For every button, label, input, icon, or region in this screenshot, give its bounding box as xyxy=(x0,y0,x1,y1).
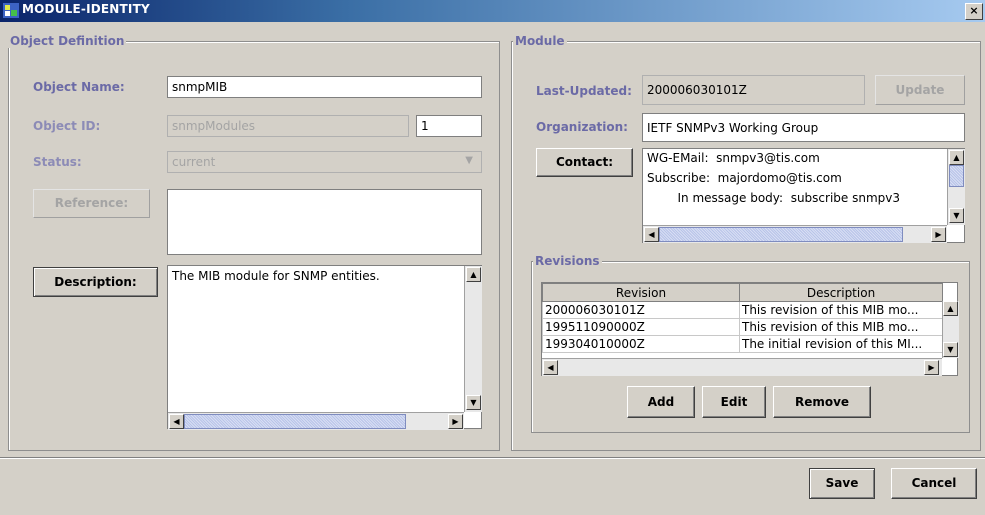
close-icon[interactable]: × xyxy=(965,3,983,20)
last-updated-label: Last-Updated: xyxy=(536,84,632,98)
status-value: current xyxy=(172,155,216,169)
object-id-field[interactable]: snmpModules xyxy=(167,115,409,137)
revisions-header-row: Revision Description xyxy=(542,283,943,302)
revision-cell[interactable]: 200006030101Z xyxy=(542,301,740,319)
description-cell[interactable]: The initial revision of this MI... xyxy=(739,335,943,353)
status-select[interactable]: current ▼ xyxy=(167,151,482,173)
scroll-up-icon[interactable]: ▲ xyxy=(466,267,481,282)
scroll-right-icon[interactable]: ▶ xyxy=(931,227,946,242)
revisions-hscrollbar[interactable]: ◀ ▶ xyxy=(542,358,942,376)
organization-field[interactable]: IETF SNMPv3 Working Group xyxy=(642,113,965,142)
description-text: The MIB module for SNMP entities. xyxy=(172,269,380,283)
scroll-up-icon[interactable]: ▲ xyxy=(943,301,958,316)
contact-line: WG-EMail: snmpv3@tis.com xyxy=(647,151,820,165)
object-id-number-field[interactable]: 1 xyxy=(416,115,482,137)
revision-cell[interactable]: 199304010000Z xyxy=(542,335,740,353)
scroll-down-icon[interactable]: ▼ xyxy=(943,342,958,357)
edit-revision-button[interactable]: Edit xyxy=(702,386,766,418)
table-row[interactable]: 199304010000Z The initial revision of th… xyxy=(542,335,943,353)
description-cell[interactable]: This revision of this MIB mo... xyxy=(739,318,943,336)
object-id-label: Object ID: xyxy=(33,119,101,133)
add-revision-button[interactable]: Add xyxy=(627,386,695,418)
contact-text: WG-EMail: snmpv3@tis.com Subscribe: majo… xyxy=(647,151,943,226)
scroll-right-icon[interactable]: ▶ xyxy=(448,414,463,429)
scroll-up-icon[interactable]: ▲ xyxy=(949,150,964,165)
contact-line: Subscribe: majordomo@tis.com xyxy=(647,171,842,185)
save-button[interactable]: Save xyxy=(809,468,875,499)
description-vscrollbar[interactable]: ▲ ▼ xyxy=(464,266,482,412)
reference-textarea[interactable] xyxy=(167,189,482,255)
title-bar[interactable]: MODULE-IDENTITY × xyxy=(0,0,985,22)
contact-hscroll-thumb[interactable] xyxy=(659,227,903,242)
scroll-left-icon[interactable]: ◀ xyxy=(543,360,558,375)
scroll-left-icon[interactable]: ◀ xyxy=(644,227,659,242)
revision-cell[interactable]: 199511090000Z xyxy=(542,318,740,336)
contact-vscrollbar[interactable]: ▲ ▼ xyxy=(947,149,965,225)
contact-button[interactable]: Contact: xyxy=(536,148,633,177)
column-header-revision[interactable]: Revision xyxy=(542,283,740,302)
chevron-down-icon: ▼ xyxy=(465,155,473,166)
description-hscrollbar[interactable]: ◀ ▶ xyxy=(168,412,464,430)
footer-divider xyxy=(0,457,985,459)
scroll-right-icon[interactable]: ▶ xyxy=(924,360,939,375)
description-textarea[interactable]: The MIB module for SNMP entities. ▲ ▼ ◀ … xyxy=(167,265,482,430)
status-label: Status: xyxy=(33,155,82,169)
description-cell[interactable]: This revision of this MIB mo... xyxy=(739,301,943,319)
description-hscroll-thumb[interactable] xyxy=(184,414,406,429)
table-row[interactable]: 199511090000Z This revision of this MIB … xyxy=(542,318,943,336)
contact-line: In message body: subscribe snmpv3 xyxy=(647,191,901,205)
revisions-legend: Revisions xyxy=(533,254,602,268)
app-icon xyxy=(3,3,19,18)
reference-button[interactable]: Reference: xyxy=(33,189,150,218)
update-button[interactable]: Update xyxy=(875,75,965,105)
contact-hscrollbar[interactable]: ◀ ▶ xyxy=(643,225,947,243)
revisions-vscrollbar[interactable]: ▲ ▼ xyxy=(942,301,959,358)
window-title: MODULE-IDENTITY xyxy=(22,2,150,16)
cancel-button[interactable]: Cancel xyxy=(891,468,977,499)
revisions-table: Revision Description 200006030101Z This … xyxy=(542,283,943,353)
column-header-description[interactable]: Description xyxy=(739,283,943,302)
organization-label: Organization: xyxy=(536,120,628,134)
object-definition-legend: Object Definition xyxy=(8,34,127,48)
last-updated-field[interactable]: 200006030101Z xyxy=(642,75,865,105)
remove-revision-button[interactable]: Remove xyxy=(773,386,871,418)
description-button[interactable]: Description: xyxy=(33,267,158,297)
contact-vscroll-thumb[interactable] xyxy=(949,165,964,187)
scroll-left-icon[interactable]: ◀ xyxy=(169,414,184,429)
table-row[interactable]: 200006030101Z This revision of this MIB … xyxy=(542,301,943,319)
object-name-field[interactable]: snmpMIB xyxy=(167,76,482,98)
scroll-down-icon[interactable]: ▼ xyxy=(949,208,964,223)
module-legend: Module xyxy=(513,34,567,48)
object-name-label: Object Name: xyxy=(33,80,125,94)
revisions-table-frame: Revision Description 200006030101Z This … xyxy=(541,282,959,376)
contact-textarea[interactable]: WG-EMail: snmpv3@tis.com Subscribe: majo… xyxy=(642,148,965,243)
scroll-down-icon[interactable]: ▼ xyxy=(466,395,481,410)
